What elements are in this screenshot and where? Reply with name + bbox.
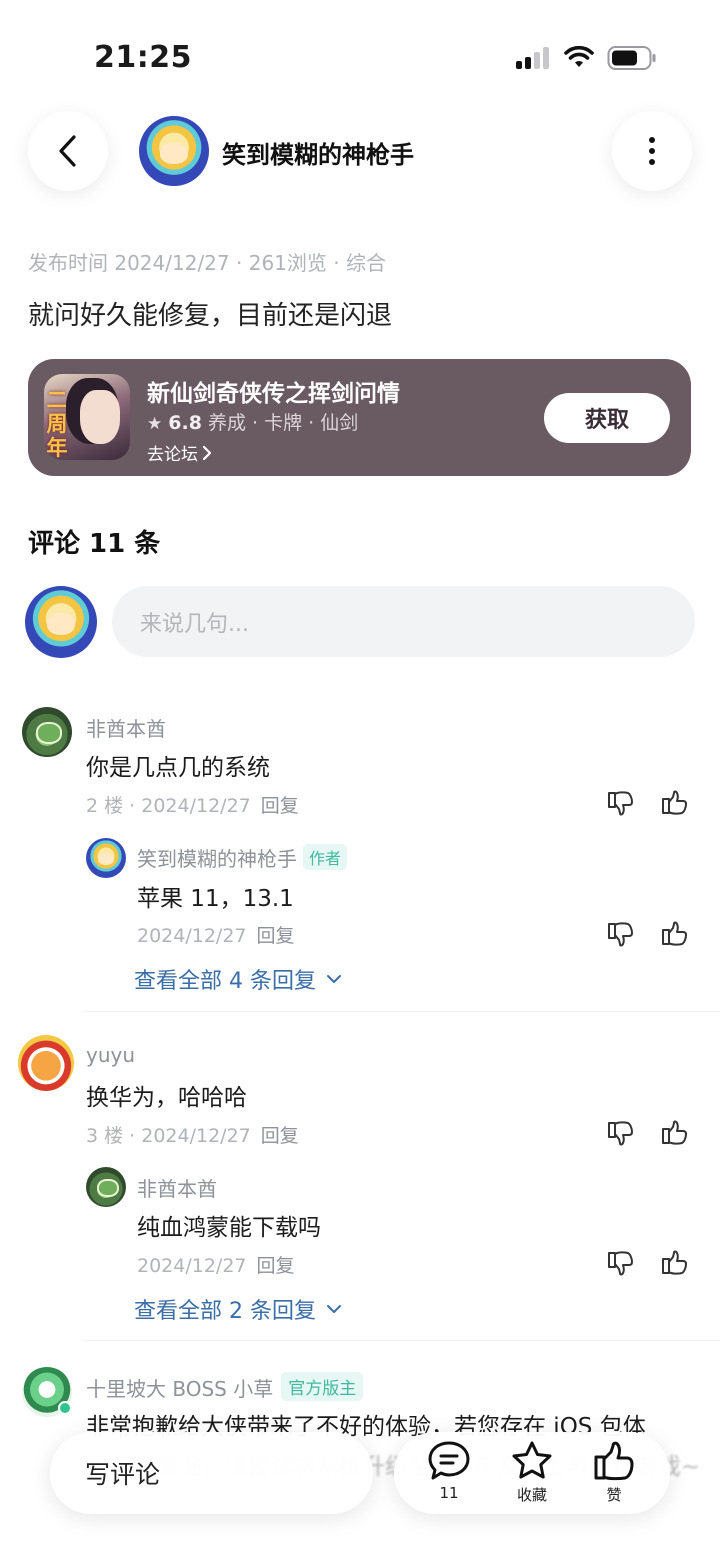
back-button[interactable] [28,111,108,191]
dislike-icon[interactable] [606,1249,636,1279]
comments-count-title: 评论 11 条 [28,529,161,559]
chevron-down-icon [326,975,341,983]
verified-icon [58,1401,72,1415]
reply-button[interactable]: 回复 [261,795,299,817]
reply-author-avatar[interactable] [86,1167,126,1207]
comment-input[interactable]: 来说几句... [112,586,695,657]
forum-link[interactable]: 去论坛 [147,440,212,465]
author-name[interactable]: 笑到模糊的神枪手 [222,135,414,170]
author-avatar[interactable] [139,116,209,186]
star-icon [512,1441,552,1479]
reply-button[interactable]: 回复 [257,1255,295,1277]
comment-text: 换华为，哈哈哈 [86,1085,247,1111]
chevron-right-icon [202,445,212,460]
favorite-action[interactable]: 收藏 [497,1440,567,1505]
comment-divider [84,1011,720,1012]
reply-meta: 2024/12/27 回复 [137,925,295,947]
comment-text: 你是几点几的系统 [86,755,270,781]
official-moderator-badge: 官方版主 [281,1372,364,1401]
battery-icon [607,46,656,70]
status-time: 21:25 [94,40,192,75]
reply-author-avatar[interactable] [86,838,126,878]
post-body: 就问好久能修复，目前还是闪退 [28,301,393,331]
meta-prefix: 发布时间 [28,251,108,275]
game-title: 新仙剑奇侠传之挥剑问情 [147,381,400,407]
current-user-avatar [25,586,97,658]
view-all-replies-button[interactable]: 查看全部 2 条回复 [134,1293,342,1325]
reply-author-name[interactable]: 非酋本酋 [137,1173,217,1202]
like-icon[interactable] [660,1247,690,1277]
reply-text: 纯血鸿蒙能下载吗 [137,1215,321,1241]
post-meta: 发布时间 2024/12/27 · 261浏览 · 综合 [28,251,386,275]
post-views: 261浏览 [248,251,327,275]
game-icon: 二周年 [44,374,130,460]
cellular-signal-icon [516,47,552,69]
like-action[interactable]: 赞 [579,1440,649,1505]
comment-count: 11 [439,1484,459,1502]
dislike-icon[interactable] [606,920,636,950]
commenter-name[interactable]: yuyu [86,1043,135,1067]
thumbs-up-icon [594,1441,634,1481]
view-all-replies-button[interactable]: 查看全部 4 条回复 [134,963,342,995]
commenter-avatar[interactable] [22,707,72,757]
comment-bubble-icon [428,1441,470,1480]
reply-meta: 2024/12/27 回复 [137,1255,295,1277]
chevron-left-icon [59,135,76,167]
game-tags: ★ 6.8 养成 · 卡牌 · 仙剑 [147,408,358,435]
commenter-name[interactable]: 非酋本酋 [86,713,166,742]
author-badge: 作者 [303,844,348,870]
game-tag-list: 养成 · 卡牌 · 仙剑 [208,412,359,434]
like-label: 赞 [606,1486,622,1504]
dislike-icon[interactable] [606,1119,636,1149]
commenter-avatar[interactable] [18,1035,74,1091]
like-icon[interactable] [660,918,690,948]
post-date: 2024/12/27 [114,251,230,275]
wifi-icon [564,45,594,67]
reply-button[interactable]: 回复 [257,925,295,947]
favorite-label: 收藏 [516,1486,547,1504]
star-icon: ★ [147,414,163,434]
game-card[interactable]: 二周年 新仙剑奇侠传之挥剑问情 ★ 6.8 养成 · 卡牌 · 仙剑 去论坛 获… [28,359,691,476]
chevron-down-icon [326,1305,341,1313]
post-action-bar: 11 收藏 赞 [394,1432,670,1514]
commenter-name[interactable]: 十里坡大 BOSS 小草 官方版主 [86,1372,364,1402]
comment-meta: 2 楼 · 2024/12/27 回复 [86,795,299,817]
reply-button[interactable]: 回复 [261,1125,299,1147]
like-icon[interactable] [660,787,690,817]
reply-text: 苹果 11，13.1 [137,886,294,912]
post-category[interactable]: 综合 [346,251,386,275]
anniversary-badge: 二周年 [46,388,68,460]
comment-meta: 3 楼 · 2024/12/27 回复 [86,1125,299,1147]
dislike-icon[interactable] [606,789,636,819]
get-game-button[interactable]: 获取 [544,393,670,443]
reply-author-name[interactable]: 笑到模糊的神枪手 作者 [137,843,348,872]
more-vertical-icon [649,137,655,165]
write-comment-button[interactable]: 写评论 [50,1432,373,1514]
comment-divider [84,1340,720,1341]
like-icon[interactable] [660,1117,690,1147]
more-options-button[interactable] [612,111,692,191]
game-rating: 6.8 [168,412,202,434]
comments-action[interactable]: 11 [414,1440,484,1502]
